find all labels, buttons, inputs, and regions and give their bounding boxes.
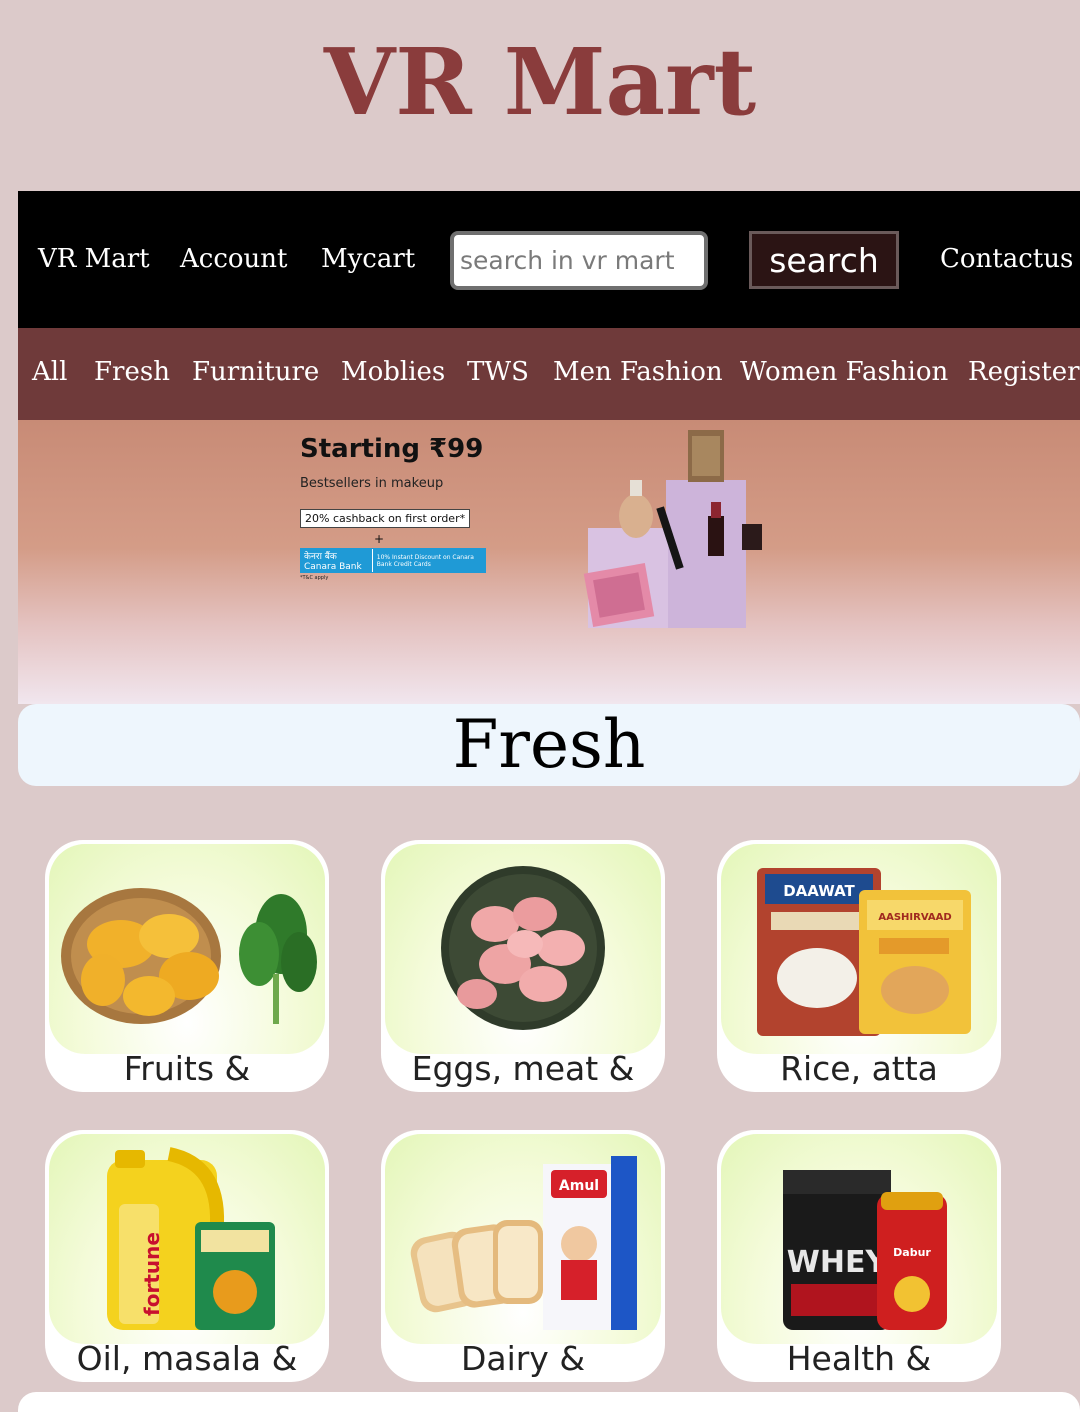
svg-text:AASHIRVAAD: AASHIRVAAD — [878, 912, 951, 923]
category-card-label: Dairy & — [460, 1339, 586, 1378]
nav-brand-link[interactable]: VR Mart — [38, 191, 150, 328]
top-navbar: VR Mart Account Mycart search Contactus — [18, 191, 1080, 328]
category-bar: All Fresh Furniture Moblies TWS Men Fash… — [18, 328, 1080, 420]
category-women-fashion[interactable]: Women Fashion — [740, 328, 948, 420]
bank-discount: 10% Instant Discount on Canara Bank Cred… — [376, 553, 474, 568]
category-card-label: Oil, masala & — [76, 1339, 298, 1378]
category-all[interactable]: All — [32, 328, 67, 420]
category-furniture[interactable]: Furniture — [192, 328, 319, 420]
category-card-oil-masala[interactable]: fortune Oil, masala & — [45, 1130, 329, 1382]
svg-text:WHEY: WHEY — [787, 1245, 889, 1280]
bank-name: केनरा बैंक Canara Bank — [300, 549, 373, 572]
banner-cashback-offer: 20% cashback on first order* — [300, 509, 471, 528]
svg-text:Dabur: Dabur — [893, 1246, 931, 1259]
oil-masala-image: fortune — [49, 1134, 325, 1344]
category-card-label: Fruits & — [123, 1049, 251, 1088]
banner-subtext: Bestsellers in makeup — [300, 476, 444, 491]
banner-headline: Starting ₹99 — [300, 434, 484, 464]
category-men-fashion[interactable]: Men Fashion — [553, 328, 723, 420]
category-mobiles[interactable]: Moblies — [341, 328, 445, 420]
nav-account-link[interactable]: Account — [180, 191, 288, 328]
category-register[interactable]: Register — [968, 328, 1080, 420]
bank-offer-strip: केनरा बैंक Canara Bank 10% Instant Disco… — [300, 548, 486, 573]
chicken-meat-image — [385, 844, 661, 1054]
category-card-label: Rice, atta — [780, 1049, 938, 1088]
promo-banner[interactable]: Starting ₹99 Bestsellers in makeup 20% c… — [18, 420, 1080, 704]
category-card-dairy[interactable]: Amul Dairy & — [381, 1130, 665, 1382]
nav-cart-link[interactable]: Mycart — [321, 191, 415, 328]
category-card-fruits[interactable]: Fruits & — [45, 840, 329, 1092]
search-button[interactable]: search — [749, 231, 899, 289]
category-fresh[interactable]: Fresh — [94, 328, 170, 420]
banner-plus: + — [374, 532, 385, 546]
category-card-label: Eggs, meat & — [411, 1049, 635, 1088]
site-title: VR Mart — [323, 28, 757, 136]
category-card-eggs-meat[interactable]: Eggs, meat & — [381, 840, 665, 1092]
rice-atta-image: DAAWAT AASHIRVAAD — [721, 844, 997, 1054]
makeup-products-image — [583, 430, 762, 628]
category-card-label: Health & — [786, 1339, 932, 1378]
svg-text:fortune: fortune — [140, 1232, 164, 1316]
category-tws[interactable]: TWS — [467, 328, 529, 420]
svg-text:DAAWAT: DAAWAT — [783, 882, 855, 900]
category-card-health[interactable]: WHEY Dabur Health & — [717, 1130, 1001, 1382]
bread-milk-image: Amul — [385, 1134, 661, 1344]
whey-chyawanprash-image: WHEY Dabur — [721, 1134, 997, 1344]
category-card-rice-atta[interactable]: DAAWAT AASHIRVAAD Rice, atta — [717, 840, 1001, 1092]
next-section-edge — [18, 1392, 1080, 1412]
svg-text:Amul: Amul — [559, 1178, 599, 1194]
nav-contact-link[interactable]: Contactus — [940, 191, 1073, 328]
banner-terms: *T&C apply — [300, 575, 329, 581]
mangoes-spinach-image — [49, 844, 325, 1054]
section-title-fresh: Fresh — [18, 704, 1080, 786]
search-input[interactable] — [450, 231, 708, 290]
